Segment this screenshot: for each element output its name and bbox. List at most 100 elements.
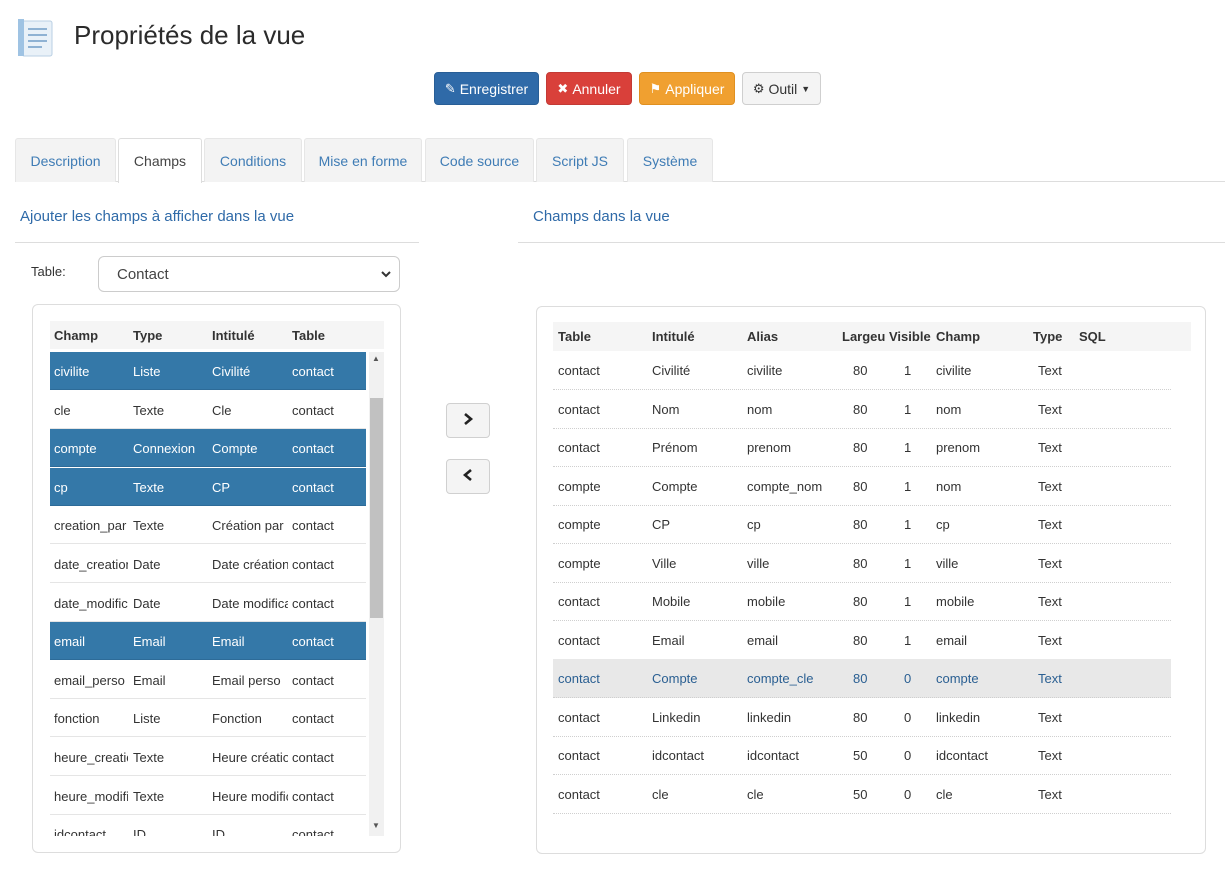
table-select[interactable]: Contact bbox=[98, 256, 400, 292]
tab-script-js[interactable]: Script JS bbox=[536, 138, 624, 182]
field-row[interactable]: cp Texte CP contact bbox=[50, 467, 366, 506]
view-field-cell-largeur: 80 bbox=[853, 709, 868, 725]
view-field-cell-visible: 1 bbox=[904, 594, 912, 609]
field-cell-champ: date_modification bbox=[54, 595, 128, 611]
column-header-champ[interactable]: Champ bbox=[936, 329, 980, 344]
view-field-cell-alias: mobile bbox=[747, 594, 786, 609]
field-cell-type: Texte bbox=[133, 788, 165, 804]
field-row[interactable]: civilite Liste Civilité contact bbox=[50, 352, 366, 390]
field-cell-champ: cp bbox=[54, 479, 68, 495]
view-field-row[interactable]: contact Mobile mobile 80 1 mobile Text bbox=[553, 582, 1171, 621]
column-header-intitule[interactable]: Intitulé bbox=[212, 328, 255, 343]
view-field-row[interactable]: contact Email email 80 1 email Text bbox=[553, 621, 1171, 660]
column-header-alias[interactable]: Alias bbox=[747, 329, 778, 344]
view-field-cell-alias: cp bbox=[747, 517, 761, 532]
view-field-row[interactable]: contact Prénom prenom 80 1 prenom Text bbox=[553, 428, 1171, 467]
tab-systeme[interactable]: Système bbox=[627, 138, 713, 182]
field-row[interactable]: compte Connexion Compte contact bbox=[50, 429, 366, 468]
column-header-type[interactable]: Type bbox=[1033, 329, 1062, 344]
field-cell-intitule: Email bbox=[212, 634, 245, 650]
field-cell-table: contact bbox=[292, 750, 334, 765]
view-field-cell-largeur: 50 bbox=[853, 748, 868, 763]
tab-mise-en-forme[interactable]: Mise en forme bbox=[304, 138, 422, 182]
field-row[interactable]: email Email Email contact bbox=[50, 622, 366, 661]
column-header-table[interactable]: Table bbox=[558, 329, 591, 344]
view-field-cell-alias: compte_nom bbox=[747, 478, 823, 494]
field-cell-table: contact bbox=[292, 711, 334, 727]
field-row[interactable]: cle Texte Cle contact bbox=[50, 391, 366, 429]
column-header-champ[interactable]: Champ bbox=[54, 328, 98, 343]
view-field-cell-intitule: Compte bbox=[652, 671, 698, 686]
field-row[interactable]: creation_par Texte Création par contact bbox=[50, 506, 366, 545]
field-row[interactable]: date_creation Date Date création contact bbox=[50, 545, 366, 583]
view-field-cell-type: Text bbox=[1038, 440, 1062, 455]
field-cell-table: contact bbox=[292, 364, 334, 379]
view-field-cell-type: Text bbox=[1038, 517, 1062, 532]
view-field-row[interactable]: contact Linkedin linkedin 80 0 linkedin Text bbox=[553, 698, 1171, 737]
view-field-cell-table: compte bbox=[558, 478, 601, 494]
scroll-up-icon[interactable]: ▲ bbox=[372, 354, 380, 363]
view-field-row[interactable]: compte CP cp 80 1 cp Text bbox=[553, 505, 1171, 544]
field-cell-intitule: ID bbox=[212, 827, 225, 836]
save-button[interactable]: ✎ Enregistrer bbox=[434, 72, 539, 105]
view-field-cell-largeur: 80 bbox=[853, 517, 868, 532]
fields-scrollbar-thumb[interactable] bbox=[370, 398, 383, 618]
column-header-table[interactable]: Table bbox=[292, 328, 325, 343]
field-cell-table: contact bbox=[292, 479, 334, 495]
view-field-row[interactable]: contact Civilité civilite 80 1 civilite Text bbox=[553, 351, 1171, 390]
view-field-cell-alias: linkedin bbox=[747, 709, 792, 725]
view-field-cell-champ: mobile bbox=[936, 594, 975, 609]
tool-dropdown-button[interactable]: ⚙ Outil ▼ bbox=[742, 72, 821, 105]
view-field-cell-intitule: Email bbox=[652, 632, 685, 648]
column-header-sql[interactable]: SQL bbox=[1079, 329, 1106, 344]
view-field-cell-intitule: Compte bbox=[652, 478, 698, 494]
view-field-cell-visible: 0 bbox=[904, 709, 912, 725]
view-field-row[interactable]: contact cle cle 50 0 cle Text bbox=[553, 775, 1171, 814]
field-row[interactable]: email_perso Email Email perso contact bbox=[50, 661, 366, 699]
column-header-visible[interactable]: Visible bbox=[889, 329, 931, 344]
view-field-cell-largeur: 80 bbox=[853, 478, 868, 494]
view-field-cell-champ: civilite bbox=[936, 363, 972, 378]
tab-code-source[interactable]: Code source bbox=[425, 138, 534, 182]
view-field-cell-intitule: Mobile bbox=[652, 594, 691, 609]
view-field-cell-largeur: 80 bbox=[853, 594, 868, 609]
field-row[interactable]: date_modification Date Date modificationco… bbox=[50, 584, 366, 622]
view-field-cell-visible: 1 bbox=[904, 363, 912, 378]
column-header-intitule[interactable]: Intitulé bbox=[652, 329, 695, 344]
field-row[interactable]: fonction Liste Fonction contact bbox=[50, 699, 366, 738]
view-field-row[interactable]: contact Nom nom 80 1 nom Text bbox=[553, 390, 1171, 429]
view-field-cell-visible: 0 bbox=[904, 748, 912, 763]
column-header-type[interactable]: Type bbox=[133, 328, 162, 343]
view-field-row[interactable]: compte Ville ville 80 1 ville Text bbox=[553, 544, 1171, 583]
view-field-cell-table: contact bbox=[558, 440, 600, 455]
field-cell-table: contact bbox=[292, 402, 334, 418]
field-row[interactable]: heure_modification Texte Heure modificatio… bbox=[50, 777, 366, 815]
left-section-divider bbox=[15, 242, 419, 243]
field-row[interactable]: heure_creation Texte Heure création contact bbox=[50, 738, 366, 776]
field-cell-table: contact bbox=[292, 634, 334, 650]
field-cell-table: contact bbox=[292, 518, 334, 534]
tab-champs[interactable]: Champs bbox=[118, 138, 202, 183]
tab-description[interactable]: Description bbox=[15, 138, 116, 182]
view-field-cell-largeur: 80 bbox=[853, 401, 868, 417]
field-cell-intitule: CP bbox=[212, 479, 231, 495]
view-field-cell-visible: 1 bbox=[904, 555, 912, 571]
view-field-cell-champ: nom bbox=[936, 401, 962, 417]
field-cell-type: Texte bbox=[133, 479, 165, 495]
view-field-row[interactable]: compte Compte compte_nom 80 1 nom Text bbox=[553, 467, 1171, 506]
field-row[interactable]: idcontact ID ID contact bbox=[50, 815, 366, 836]
view-field-cell-table: compte bbox=[558, 517, 601, 532]
field-cell-type: Liste bbox=[133, 364, 161, 379]
field-cell-table: contact bbox=[292, 788, 334, 804]
add-field-button[interactable] bbox=[446, 403, 490, 438]
tab-conditions[interactable]: Conditions bbox=[204, 138, 302, 182]
view-field-row[interactable]: contact idcontact idcontact 50 0 idcontact Tex… bbox=[553, 736, 1171, 775]
field-cell-type: Connexion bbox=[133, 441, 196, 457]
apply-button[interactable]: ⚑ Appliquer bbox=[639, 72, 735, 105]
view-field-cell-type: Text bbox=[1038, 709, 1062, 725]
column-header-largeur[interactable]: Largeu bbox=[842, 329, 885, 344]
cancel-button[interactable]: ✖ Annuler bbox=[546, 72, 632, 105]
scroll-down-icon[interactable]: ▼ bbox=[372, 821, 380, 830]
view-field-row[interactable]: contact Compte compte_cle 80 0 compte Text bbox=[553, 659, 1171, 698]
remove-field-button[interactable] bbox=[446, 459, 490, 494]
